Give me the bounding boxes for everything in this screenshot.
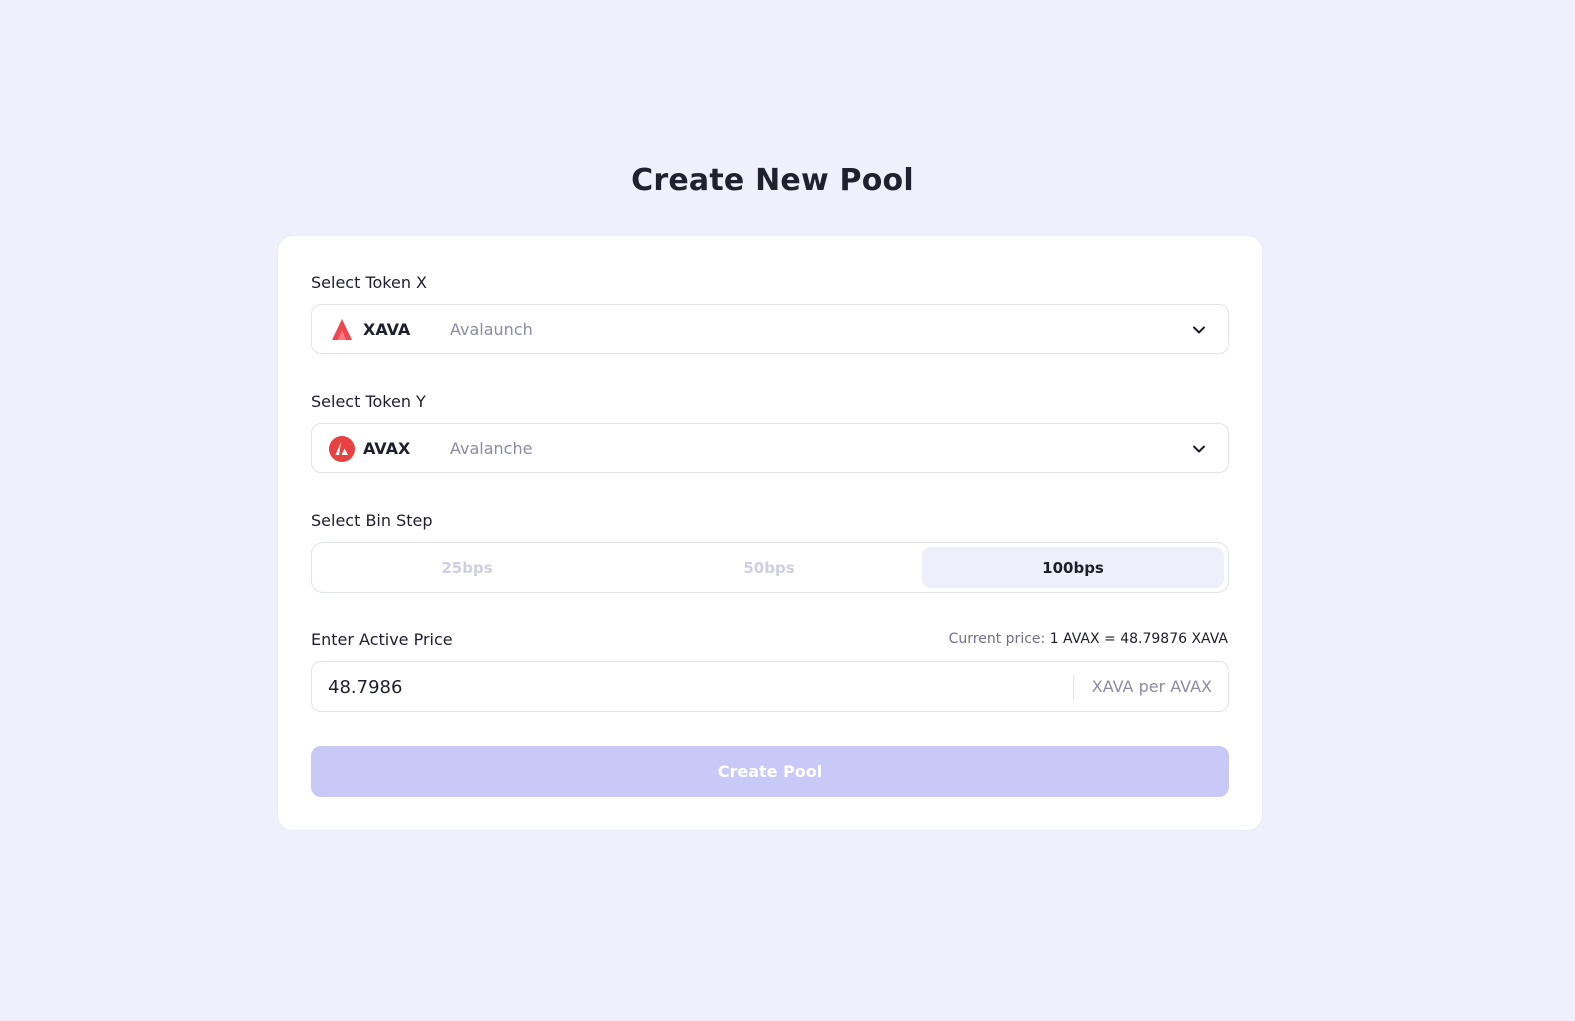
active-price-field: XAVA per AVAX [311,661,1229,712]
bin-step-option-25bps[interactable]: 25bps [316,547,618,588]
create-pool-button[interactable]: Create Pool [311,746,1229,797]
bin-step-option-100bps[interactable]: 100bps [922,547,1224,588]
create-pool-card: Select Token X XAVA Avalaunch Select Tok… [277,235,1263,831]
token-y-name: Avalanche [450,438,533,458]
chevron-down-icon[interactable] [1192,323,1206,337]
active-price-label: Enter Active Price [311,630,453,649]
bin-step-option-50bps[interactable]: 50bps [618,547,920,588]
bin-step-selector: 25bps 50bps 100bps [311,542,1229,593]
token-x-label: Select Token X [311,273,428,292]
token-y-label: Select Token Y [311,392,426,411]
page-title: Create New Pool [631,163,914,198]
token-y-select[interactable]: AVAX Avalanche [311,423,1229,473]
current-price-prefix: Current price: [948,631,1046,647]
active-price-input[interactable] [328,672,1028,702]
avalaunch-logo-icon [332,319,352,340]
price-unit-label: XAVA per AVAX [1091,677,1212,696]
current-price-readout: Current price: 1 AVAX = 48.79876 XAVA [949,631,1228,647]
current-price-value: 1 AVAX = 48.79876 XAVA [1049,631,1228,647]
avalanche-logo-icon [329,436,355,462]
bin-step-label: Select Bin Step [311,511,433,530]
token-y-symbol: AVAX [363,438,411,458]
token-x-select[interactable]: XAVA Avalaunch [311,304,1229,354]
token-x-name: Avalaunch [450,319,533,339]
token-x-symbol: XAVA [363,319,411,339]
unit-divider [1073,675,1074,700]
chevron-down-icon[interactable] [1192,442,1206,456]
